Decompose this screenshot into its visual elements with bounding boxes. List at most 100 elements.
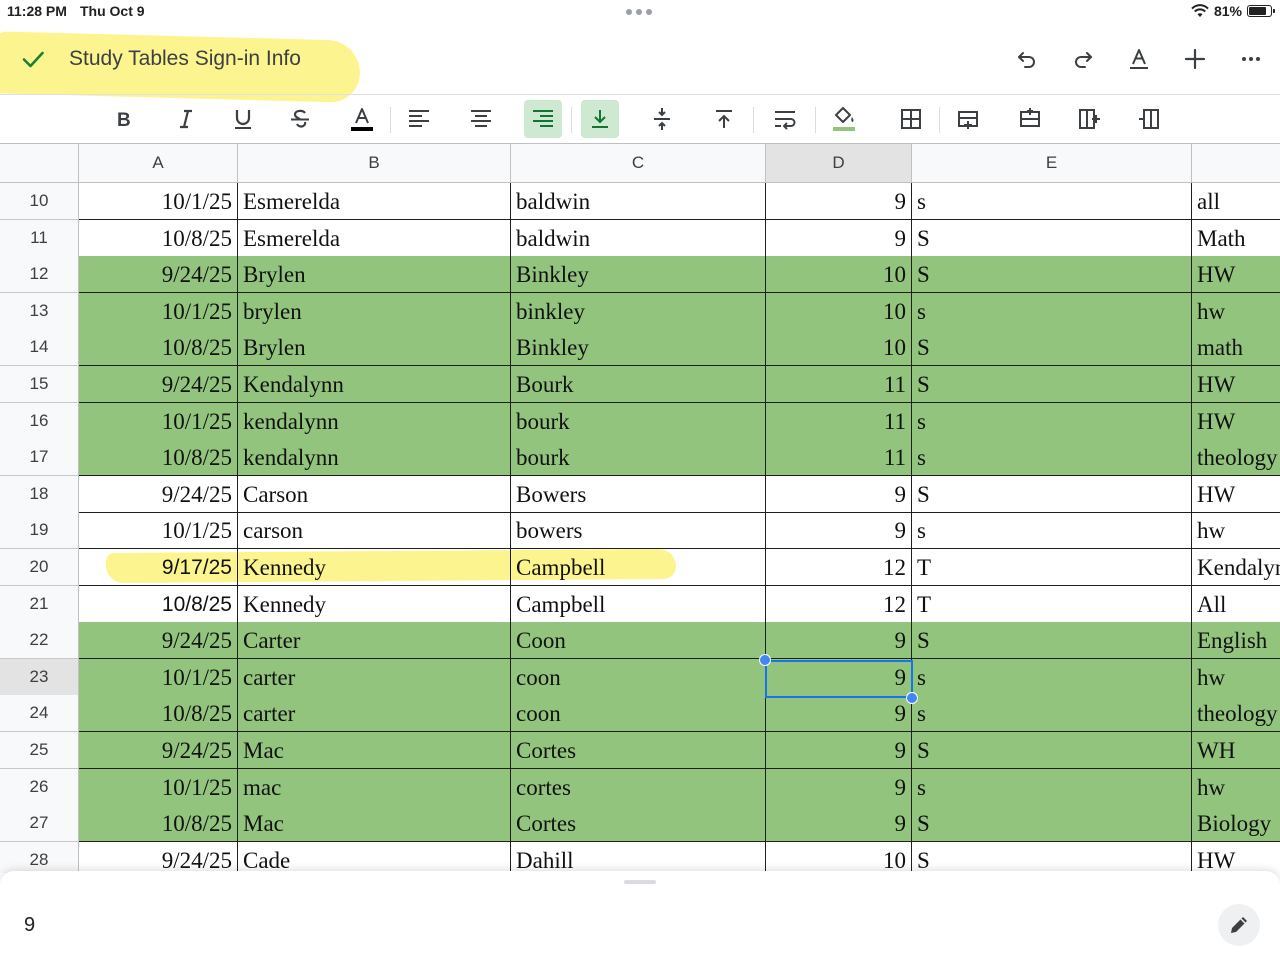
cell-e[interactable]: T (912, 549, 1192, 586)
cell-d[interactable]: 10 (766, 256, 912, 294)
cell-c[interactable]: bowers (511, 512, 766, 550)
cell-e[interactable]: s (912, 183, 1192, 220)
cell-d[interactable]: 12 (766, 549, 912, 586)
cell-c[interactable]: Cortes (511, 805, 766, 843)
cell-f[interactable]: All (1192, 586, 1280, 623)
cell-b[interactable]: Brylen (238, 329, 511, 367)
cell-b[interactable]: Mac (238, 805, 511, 843)
cell-b[interactable]: Carter (238, 622, 511, 660)
column-header-b[interactable]: B (238, 143, 511, 183)
cell-a[interactable]: 9/17/25 (79, 549, 238, 586)
cell-e[interactable]: S (912, 732, 1192, 769)
cell-f[interactable]: math (1192, 329, 1280, 367)
cell-d[interactable]: 9 (766, 732, 912, 769)
row-header[interactable]: 19 (0, 512, 79, 550)
cell-e[interactable]: S (912, 622, 1192, 660)
cell-e[interactable]: S (912, 841, 1192, 873)
cell-d[interactable]: 9 (766, 512, 912, 550)
underline-button[interactable] (224, 100, 262, 138)
cell-d[interactable]: 12 (766, 585, 912, 623)
cell-a[interactable]: 10/1/25 (79, 183, 238, 220)
cell-d[interactable]: 9 (766, 695, 912, 733)
cell-c[interactable]: Binkley (511, 256, 766, 294)
cell-a[interactable]: 9/24/25 (79, 841, 238, 873)
cell-f[interactable]: WH (1192, 732, 1280, 769)
cell-c[interactable]: Bowers (511, 475, 766, 513)
cell-a[interactable]: 10/1/25 (79, 768, 238, 806)
insert-row-above-button[interactable] (949, 100, 987, 138)
row-header[interactable]: 26 (0, 768, 79, 806)
cell-c[interactable]: Bourk (511, 366, 766, 403)
column-header-f[interactable] (1192, 143, 1280, 183)
cell-d[interactable]: 9 (766, 768, 912, 806)
row-header[interactable]: 14 (0, 329, 79, 367)
cell-b[interactable]: Carson (238, 475, 511, 513)
cell-d[interactable]: 11 (766, 439, 912, 477)
cell-d[interactable]: 9 (766, 475, 912, 513)
italic-button[interactable] (167, 100, 205, 138)
spreadsheet-grid[interactable]: A B C D E 10 10/1/25 Esmerelda baldwin 9 s all… (0, 143, 1280, 873)
align-left-button[interactable] (400, 100, 438, 138)
cell-c[interactable]: binkley (511, 292, 766, 330)
cell-c[interactable]: Cortes (511, 732, 766, 769)
cell-f[interactable]: hw (1192, 292, 1280, 330)
cell-a[interactable]: 10/8/25 (79, 585, 238, 623)
panel-grabber[interactable] (624, 880, 656, 884)
cell-a[interactable]: 9/24/25 (79, 256, 238, 294)
cell-f[interactable]: English (1192, 622, 1280, 660)
redo-button[interactable] (1066, 42, 1100, 76)
document-title[interactable]: Study Tables Sign-in Info (69, 47, 301, 71)
cell-b[interactable]: carter (238, 658, 511, 696)
row-header[interactable]: 22 (0, 622, 79, 660)
cell-a[interactable]: 10/1/25 (79, 658, 238, 696)
cell-b[interactable]: brylen (238, 292, 511, 330)
cell-c[interactable]: cortes (511, 768, 766, 806)
cell-f[interactable]: Kendalynn (1192, 549, 1280, 586)
vertical-align-top-button[interactable] (705, 100, 743, 138)
text-format-button[interactable] (1122, 42, 1156, 76)
cell-c[interactable]: coon (511, 695, 766, 733)
cell-b[interactable]: Kendalynn (238, 366, 511, 403)
cell-b[interactable]: Mac (238, 732, 511, 769)
cell-e[interactable]: s (912, 695, 1192, 733)
cell-e[interactable]: s (912, 292, 1192, 330)
cell-e[interactable]: S (912, 219, 1192, 257)
cell-f[interactable]: theology (1192, 695, 1280, 733)
cell-f[interactable]: all (1192, 183, 1280, 220)
cell-e[interactable]: s (912, 768, 1192, 806)
row-header[interactable]: 21 (0, 585, 79, 623)
text-wrap-button[interactable] (766, 100, 804, 138)
cell-b[interactable]: Brylen (238, 256, 511, 294)
text-color-button[interactable] (343, 100, 381, 138)
cell-d[interactable]: 9 (766, 219, 912, 257)
row-header[interactable]: 20 (0, 549, 79, 586)
cell-b[interactable]: Kennedy (238, 549, 511, 586)
vertical-align-middle-button[interactable] (643, 100, 681, 138)
cell-a[interactable]: 10/8/25 (79, 805, 238, 843)
cell-c[interactable]: baldwin (511, 183, 766, 220)
column-header-c[interactable]: C (511, 143, 766, 183)
cell-d[interactable]: 10 (766, 841, 912, 873)
cell-d[interactable]: 9 (766, 183, 912, 220)
cell-d[interactable]: 9 (766, 622, 912, 660)
cell-a[interactable]: 10/8/25 (79, 219, 238, 257)
multitasking-dots-icon[interactable] (626, 9, 652, 15)
cell-a[interactable]: 9/24/25 (79, 475, 238, 513)
cell-f[interactable]: Biology (1192, 805, 1280, 843)
align-right-button[interactable] (524, 100, 562, 138)
borders-button[interactable] (892, 100, 930, 138)
cell-a[interactable]: 10/8/25 (79, 439, 238, 477)
cell-e[interactable]: s (912, 402, 1192, 440)
cell-b[interactable]: Esmerelda (238, 219, 511, 257)
cell-b[interactable]: Cade (238, 841, 511, 873)
row-header[interactable]: 17 (0, 439, 79, 477)
row-header[interactable]: 24 (0, 695, 79, 733)
cell-c[interactable]: Coon (511, 622, 766, 660)
cell-b[interactable]: mac (238, 768, 511, 806)
insert-row-below-button[interactable] (1011, 100, 1049, 138)
cell-d[interactable]: 10 (766, 329, 912, 367)
row-header[interactable]: 28 (0, 841, 79, 873)
row-header[interactable]: 10 (0, 183, 79, 220)
bold-button[interactable]: B (105, 100, 143, 138)
cell-f[interactable]: HW (1192, 256, 1280, 294)
